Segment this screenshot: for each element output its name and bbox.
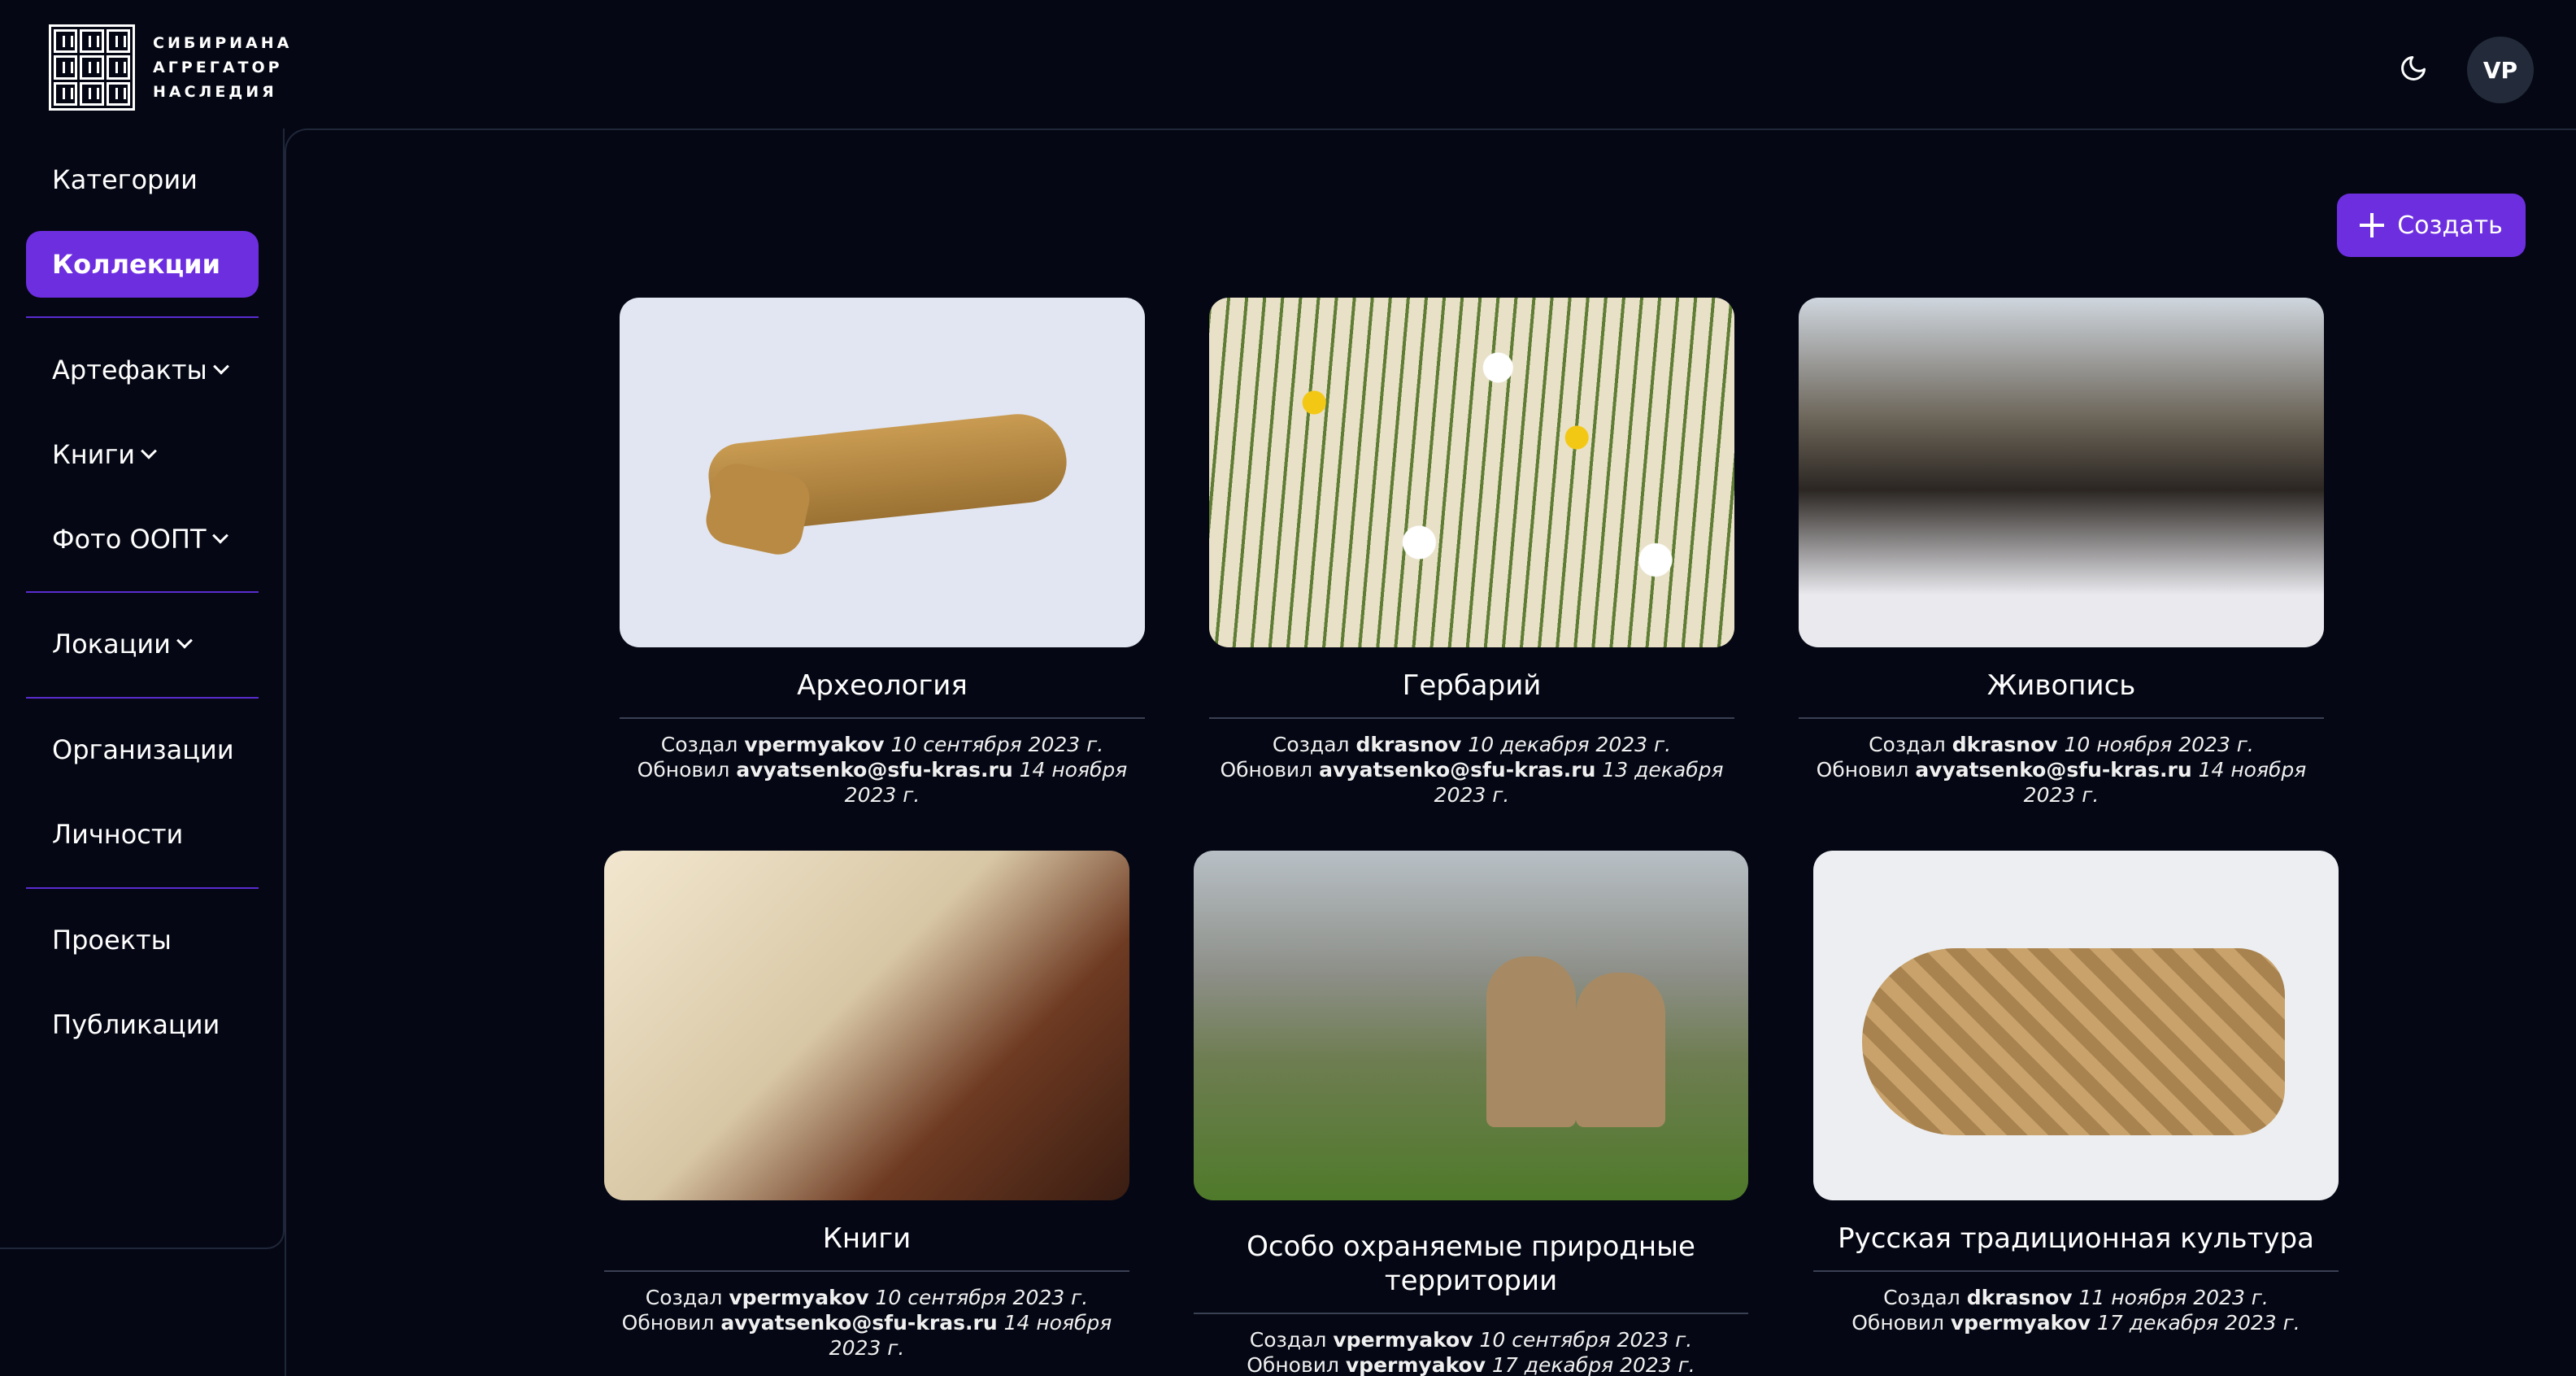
date: 10 декабря 2023 г. <box>1468 733 1672 756</box>
sidebar-item-label: Категории <box>52 164 198 195</box>
chevron-down-icon <box>176 632 193 649</box>
collection-card-archaeology[interactable]: Археология Создал vpermyakov 10 сентября… <box>620 298 1145 808</box>
collection-image[interactable] <box>1194 851 1748 1200</box>
sidebar-divider <box>26 697 259 699</box>
collection-title[interactable]: Особо охраняемые природные территории <box>1194 1230 1748 1298</box>
date: 17 декабря 2023 г. <box>1491 1353 1695 1376</box>
author-link[interactable]: vpermyakov <box>744 733 884 756</box>
create-button-label: Создать <box>2397 211 2503 240</box>
sidebar-item-locations[interactable]: Локации <box>26 611 259 677</box>
sidebar-item-label: Фото ООПТ <box>52 524 207 555</box>
sidebar-item-label: Коллекции <box>52 249 220 280</box>
moon-icon <box>2401 56 2426 81</box>
created-info: Создал vpermyakov 10 сентября 2023 г. <box>645 1286 1089 1309</box>
sidebar-divider <box>26 316 259 318</box>
date: 10 сентября 2023 г. <box>890 733 1104 756</box>
logo-line: СИБИРИАНА <box>153 34 293 52</box>
author-link[interactable]: dkrasnov <box>1355 733 1461 756</box>
collection-image[interactable] <box>1799 298 2324 647</box>
collection-title[interactable]: Живопись <box>1799 668 2324 703</box>
date: 11 ноября 2023 г. <box>2078 1286 2269 1309</box>
sidebar-item-photo-oopt[interactable]: Фото ООПТ <box>26 506 259 573</box>
collection-card-protected-areas[interactable]: Особо охраняемые природные территории Со… <box>1194 851 1748 1376</box>
date: 10 ноября 2023 г. <box>2064 733 2254 756</box>
collection-title[interactable]: Книги <box>604 1221 1129 1256</box>
created-info: Создал vpermyakov 10 сентября 2023 г. <box>1249 1328 1693 1352</box>
avatar[interactable]: VP <box>2467 37 2534 103</box>
created-info: Создал vpermyakov 10 сентября 2023 г. <box>660 733 1104 756</box>
sidebar-item-collections[interactable]: Коллекции <box>26 231 259 298</box>
collection-image[interactable] <box>1813 851 2339 1200</box>
sidebar-item-label: Локации <box>52 629 171 660</box>
updated-info: Обновил vpermyakov 17 декабря 2023 г. <box>1247 1353 1695 1376</box>
sidebar-divider <box>26 887 259 889</box>
chevron-down-icon <box>141 442 157 459</box>
sidebar-item-label: Артефакты <box>52 355 207 385</box>
created-info: Создал dkrasnov 10 декабря 2023 г. <box>1272 733 1672 756</box>
updated-info: Обновил avyatsenko@sfu-kras.ru 14 ноября… <box>621 1311 1112 1360</box>
collection-image[interactable] <box>604 851 1129 1200</box>
author-link[interactable]: vpermyakov <box>1333 1328 1473 1352</box>
theme-toggle-button[interactable] <box>2394 49 2433 88</box>
author-link[interactable]: vpermyakov <box>1346 1353 1486 1376</box>
sidebar-item-categories[interactable]: Категории <box>26 146 259 213</box>
sidebar-item-label: Публикации <box>52 1009 220 1040</box>
collection-card-russian-culture[interactable]: Русская традиционная культура Создал dkr… <box>1813 851 2339 1335</box>
date: 10 сентября 2023 г. <box>875 1286 1089 1309</box>
author-link[interactable]: avyatsenko@sfu-kras.ru <box>720 1311 997 1335</box>
logo-line: НАСЛЕДИЯ <box>153 83 277 101</box>
logo-text: СИБИРИАНА АГРЕГАТОР НАСЛЕДИЯ <box>153 31 292 104</box>
sidebar-item-label: Проекты <box>52 925 172 956</box>
collection-title[interactable]: Гербарий <box>1209 668 1734 703</box>
chevron-down-icon <box>212 358 229 375</box>
sidebar-divider <box>26 591 259 593</box>
updated-info: Обновил vpermyakov 17 декабря 2023 г. <box>1852 1311 2300 1335</box>
logo-line: АГРЕГАТОР <box>153 59 283 76</box>
author-link[interactable]: avyatsenko@sfu-kras.ru <box>1319 758 1595 782</box>
updated-info: Обновил avyatsenko@sfu-kras.ru 13 декабр… <box>1220 758 1724 807</box>
author-link[interactable]: avyatsenko@sfu-kras.ru <box>1915 758 2191 782</box>
sidebar-item-projects[interactable]: Проекты <box>26 907 259 973</box>
collection-card-books[interactable]: Книги Создал vpermyakov 10 сентября 2023… <box>604 851 1129 1361</box>
author-link[interactable]: vpermyakov <box>729 1286 868 1309</box>
sidebar-item-label: Книги <box>52 439 136 470</box>
author-link[interactable]: avyatsenko@sfu-kras.ru <box>736 758 1012 782</box>
sidebar-item-persons[interactable]: Личности <box>26 801 259 868</box>
divider <box>1813 1270 2339 1272</box>
created-info: Создал dkrasnov 11 ноября 2023 г. <box>1883 1286 2269 1309</box>
create-button[interactable]: Создать <box>2337 194 2526 257</box>
divider <box>604 1270 1129 1272</box>
divider <box>620 717 1145 719</box>
date: 17 декабря 2023 г. <box>2096 1311 2300 1335</box>
logo[interactable]: СИБИРИАНА АГРЕГАТОР НАСЛЕДИЯ <box>49 24 292 111</box>
plus-icon <box>2360 213 2385 237</box>
sidebar-item-label: Организации <box>52 734 234 765</box>
sidebar-item-books[interactable]: Книги <box>26 421 259 488</box>
collection-image[interactable] <box>620 298 1145 647</box>
created-info: Создал dkrasnov 10 ноября 2023 г. <box>1869 733 2254 756</box>
sidebar-item-organizations[interactable]: Организации <box>26 716 259 783</box>
collection-title[interactable]: Русская традиционная культура <box>1813 1221 2339 1256</box>
collection-card-painting[interactable]: Живопись Создал dkrasnov 10 ноября 2023 … <box>1799 298 2324 808</box>
divider <box>1209 717 1734 719</box>
logo-mark <box>49 24 135 111</box>
author-link[interactable]: dkrasnov <box>1967 1286 2073 1309</box>
divider <box>1194 1313 1748 1314</box>
sidebar-item-publications[interactable]: Публикации <box>26 991 259 1058</box>
date: 10 сентября 2023 г. <box>1479 1328 1693 1352</box>
chevron-down-icon <box>211 527 228 544</box>
divider <box>1799 717 2324 719</box>
sidebar-item-artifacts[interactable]: Артефакты <box>26 337 259 403</box>
author-link[interactable]: vpermyakov <box>1951 1311 2091 1335</box>
updated-info: Обновил avyatsenko@sfu-kras.ru 14 ноября… <box>637 758 1128 807</box>
sidebar-item-label: Личности <box>52 819 184 850</box>
collection-image[interactable] <box>1209 298 1734 647</box>
author-link[interactable]: dkrasnov <box>1952 733 2058 756</box>
updated-info: Обновил avyatsenko@sfu-kras.ru 14 ноября… <box>1816 758 2307 807</box>
collection-card-herbarium[interactable]: Гербарий Создал dkrasnov 10 декабря 2023… <box>1209 298 1734 808</box>
collection-title[interactable]: Археология <box>620 668 1145 703</box>
